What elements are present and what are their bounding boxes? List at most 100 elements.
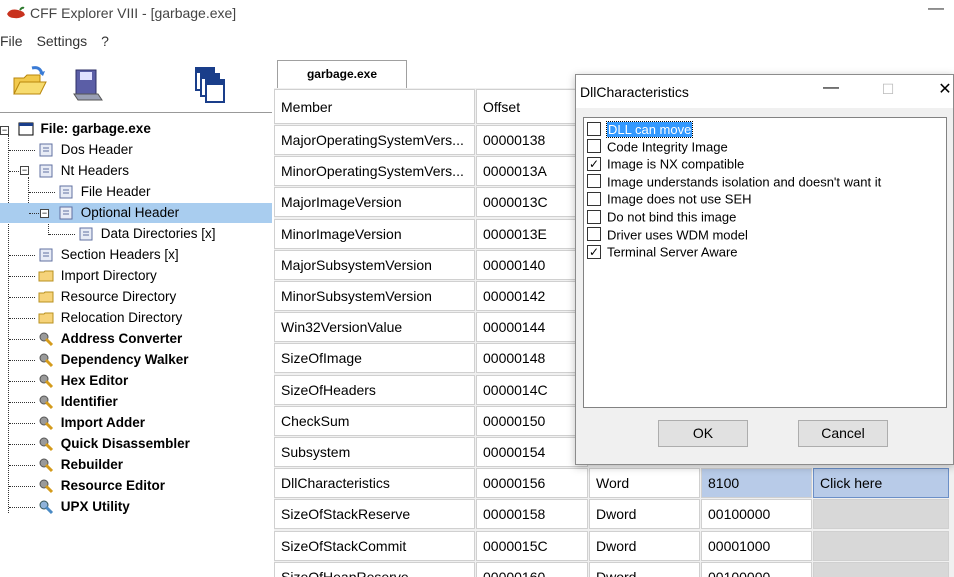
member-cell[interactable]: DllCharacteristics <box>274 468 475 498</box>
tree-item-nt-headers[interactable]: Nt Headers <box>38 161 129 181</box>
dialog-maximize-button[interactable]: ☐ <box>873 81 903 98</box>
member-cell[interactable]: SizeOfHeapReserve <box>274 562 475 577</box>
checkbox-option[interactable]: Image does not use SEH <box>587 191 752 208</box>
checkbox-option[interactable]: ✓ Terminal Server Aware <box>587 244 738 261</box>
tree-item-file[interactable]: − File: garbage.exe <box>0 119 151 139</box>
member-cell[interactable]: MinorOperatingSystemVers... <box>274 156 475 186</box>
member-cell[interactable]: CheckSum <box>274 406 475 436</box>
offset-cell[interactable]: 00000158 <box>476 499 588 529</box>
tree-item-import-adder[interactable]: Import Adder <box>38 413 145 433</box>
value-cell[interactable]: 00100000 <box>701 562 812 577</box>
offset-cell[interactable]: 00000140 <box>476 250 588 280</box>
tree-item-dependency-walker[interactable]: Dependency Walker <box>38 350 189 370</box>
size-cell[interactable]: Dword <box>589 531 700 561</box>
tree-item-dos-header[interactable]: Dos Header <box>38 140 133 160</box>
member-cell[interactable]: Win32VersionValue <box>274 312 475 342</box>
cancel-button[interactable]: Cancel <box>798 420 888 447</box>
value-cell[interactable]: 00001000 <box>701 531 812 561</box>
size-cell[interactable]: Word <box>589 468 700 498</box>
tree-item-upx-utility[interactable]: UPX Utility <box>38 497 130 517</box>
member-cell[interactable]: MajorImageVersion <box>274 187 475 217</box>
offset-cell[interactable]: 00000144 <box>476 312 588 342</box>
tree-item-data-directories[interactable]: Data Directories [x] <box>78 224 216 244</box>
member-cell[interactable]: Subsystem <box>274 437 475 467</box>
tree-item-relocation-directory[interactable]: Relocation Directory <box>38 308 182 328</box>
meaning-cell[interactable] <box>813 531 949 561</box>
member-cell[interactable]: SizeOfImage <box>274 343 475 373</box>
offset-cell[interactable]: 0000013C <box>476 187 588 217</box>
folder-icon <box>38 291 54 303</box>
tree-item-hex-editor[interactable]: Hex Editor <box>38 371 128 391</box>
tree-item-file-header[interactable]: File Header <box>58 182 151 202</box>
checkbox-option[interactable]: Do not bind this image <box>587 209 736 226</box>
tree-item-address-converter[interactable]: Address Converter <box>38 329 182 349</box>
checkbox-option[interactable]: Driver uses WDM model <box>587 227 748 244</box>
collapse-icon[interactable]: − <box>40 209 49 218</box>
column-header-offset[interactable]: Offset <box>476 89 588 124</box>
member-cell[interactable]: MinorSubsystemVersion <box>274 281 475 311</box>
member-cell[interactable]: MajorSubsystemVersion <box>274 250 475 280</box>
checkbox-option[interactable]: ✓ Image is NX compatible <box>587 156 744 173</box>
checkbox-unchecked-icon[interactable] <box>587 191 601 206</box>
tree-connector <box>9 297 35 298</box>
member-cell[interactable]: MinorImageVersion <box>274 219 475 249</box>
size-cell[interactable]: Dword <box>589 562 700 577</box>
tree-item-optional-header-label[interactable]: Optional Header <box>58 203 179 223</box>
checkbox-unchecked-icon[interactable] <box>587 139 601 154</box>
menu-help[interactable]: ? <box>101 33 115 55</box>
collapse-icon[interactable]: − <box>0 126 9 135</box>
ok-button[interactable]: OK <box>658 420 748 447</box>
offset-cell[interactable]: 0000014C <box>476 375 588 405</box>
tree-item-import-directory[interactable]: Import Directory <box>38 266 157 286</box>
offset-cell[interactable]: 0000013A <box>476 156 588 186</box>
offset-cell[interactable]: 00000148 <box>476 343 588 373</box>
dialog-close-button[interactable]: ✕ <box>930 79 954 99</box>
tree-item-section-headers[interactable]: Section Headers [x] <box>38 245 179 265</box>
checkbox-option[interactable]: Image understands isolation and doesn't … <box>587 174 881 191</box>
offset-cell[interactable]: 0000015C <box>476 531 588 561</box>
column-header-member[interactable]: Member <box>274 89 475 124</box>
tree-item-resource-editor[interactable]: Resource Editor <box>38 476 165 496</box>
offset-cell[interactable]: 00000150 <box>476 406 588 436</box>
tree-item-rebuilder[interactable]: Rebuilder <box>38 455 123 475</box>
checkbox-unchecked-icon[interactable] <box>587 209 601 224</box>
member-cell[interactable]: MajorOperatingSystemVers... <box>274 125 475 155</box>
tool-gear-icon <box>39 437 54 452</box>
tool-gear-icon <box>39 458 54 473</box>
open-folder-icon[interactable] <box>10 64 50 104</box>
checkbox-option[interactable]: DLL can move <box>587 120 694 138</box>
value-cell[interactable]: 8100 <box>701 468 812 498</box>
offset-cell[interactable]: 00000154 <box>476 437 588 467</box>
checkbox-checked-icon[interactable]: ✓ <box>587 156 601 171</box>
checkbox-unchecked-icon[interactable] <box>587 121 601 136</box>
size-cell[interactable]: Dword <box>589 499 700 529</box>
checkbox-unchecked-icon[interactable] <box>587 227 601 242</box>
offset-cell[interactable]: 0000013E <box>476 219 588 249</box>
value-cell[interactable]: 00100000 <box>701 499 812 529</box>
meaning-cell[interactable] <box>813 499 949 529</box>
member-cell[interactable]: SizeOfStackCommit <box>274 531 475 561</box>
offset-cell[interactable]: 00000138 <box>476 125 588 155</box>
tree-item-quick-disassembler[interactable]: Quick Disassembler <box>38 434 190 454</box>
offset-cell[interactable]: 00000142 <box>476 281 588 311</box>
menu-settings[interactable]: Settings <box>37 33 94 55</box>
offset-cell[interactable]: 00000156 <box>476 468 588 498</box>
tree-item-resource-directory[interactable]: Resource Directory <box>38 287 176 307</box>
checkbox-checked-icon[interactable]: ✓ <box>587 244 601 259</box>
checkbox-unchecked-icon[interactable] <box>587 174 601 189</box>
member-cell[interactable]: SizeOfHeaders <box>274 375 475 405</box>
offset-cell[interactable]: 00000160 <box>476 562 588 577</box>
meaning-cell[interactable] <box>813 562 949 577</box>
dialog-minimize-button[interactable]: — <box>816 79 846 97</box>
tree-item-label: Nt Headers <box>60 163 130 179</box>
collapse-icon[interactable]: − <box>20 166 29 175</box>
tree-item-identifier[interactable]: Identifier <box>38 392 118 412</box>
checkbox-option[interactable]: Code Integrity Image <box>587 139 728 156</box>
minimize-button[interactable]: — <box>928 0 944 18</box>
windows-cascade-icon[interactable] <box>190 64 230 104</box>
save-disk-icon[interactable] <box>68 64 108 104</box>
click-here-button[interactable]: Click here <box>813 468 949 498</box>
member-cell[interactable]: SizeOfStackReserve <box>274 499 475 529</box>
menu-file[interactable]: File <box>0 33 29 55</box>
tab-garbage-exe[interactable]: garbage.exe <box>277 60 407 88</box>
